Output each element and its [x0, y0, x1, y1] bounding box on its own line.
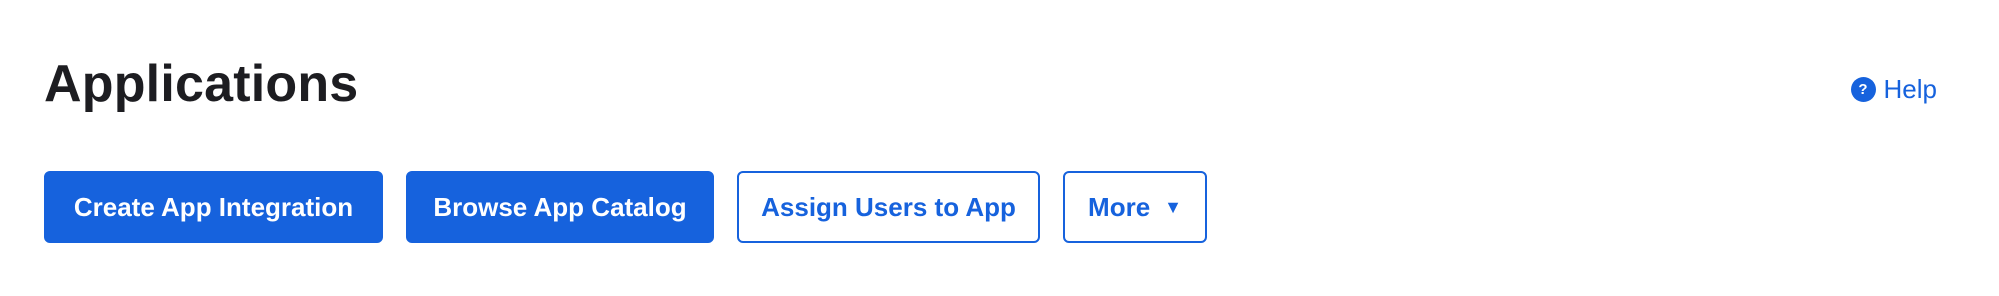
more-label: More: [1088, 191, 1151, 222]
question-circle-icon: ?: [1850, 77, 1876, 102]
caret-down-icon: ▼: [1164, 197, 1182, 217]
create-app-integration-button[interactable]: Create App Integration: [44, 171, 383, 243]
more-dropdown-button[interactable]: More ▼: [1063, 171, 1207, 243]
browse-app-catalog-button[interactable]: Browse App Catalog: [406, 171, 714, 243]
action-toolbar: Create App Integration Browse App Catalo…: [44, 171, 1207, 243]
page-title: Applications: [44, 55, 359, 113]
help-link[interactable]: ? Help: [1850, 74, 1937, 105]
help-label: Help: [1883, 74, 1937, 104]
assign-users-to-app-button[interactable]: Assign Users to App: [737, 171, 1040, 243]
applications-page: Applications ? Help Create App Integrati…: [0, 0, 1999, 296]
